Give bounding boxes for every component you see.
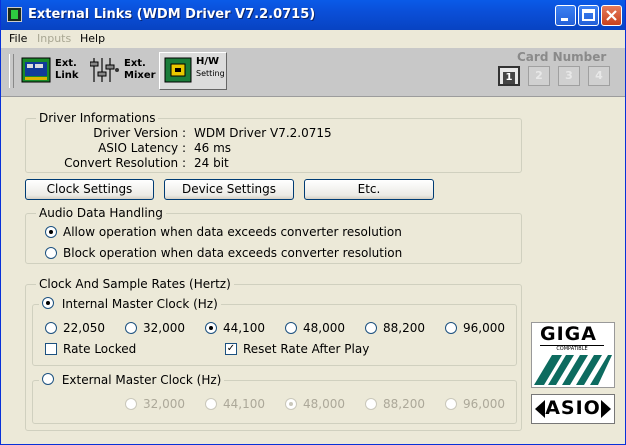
internal-clock-radio[interactable] xyxy=(42,297,54,309)
card-number-label: Card Number xyxy=(517,50,607,64)
ext-mixer-label-1: Ext. xyxy=(124,58,146,69)
card-button-1[interactable]: 1 xyxy=(498,66,520,86)
menu-help[interactable]: Help xyxy=(80,32,105,45)
clock-rates-title: Clock And Sample Rates (Hertz) xyxy=(36,277,234,291)
asio-logo: ASIO xyxy=(531,394,615,424)
hw-setting-label-1: H/W xyxy=(196,56,220,67)
menu-bar: File Inputs Help xyxy=(1,30,625,48)
ext-rate-96000-radio[interactable] xyxy=(445,398,457,410)
window-title: External Links (WDM Driver V7.2.0715) xyxy=(28,7,316,22)
ext-link-label-2: Link xyxy=(55,70,79,81)
app-icon xyxy=(7,7,22,22)
rate-44100-label[interactable]: 44,100 xyxy=(223,321,265,335)
ext-link-icon xyxy=(21,57,51,83)
reset-rate-checkbox[interactable]: ✓ xyxy=(225,343,237,355)
internal-clock-group: Internal Master Clock (Hz) 22,050 32,000… xyxy=(32,297,517,366)
card-button-3[interactable]: 3 xyxy=(558,66,580,86)
ext-rate-32000-radio[interactable] xyxy=(125,398,137,410)
driver-info-title: Driver Informations xyxy=(36,111,159,125)
asio-latency-value: 46 ms xyxy=(194,141,232,155)
clock-settings-button[interactable]: Clock Settings xyxy=(25,179,154,200)
ext-rate-88200-label[interactable]: 88,200 xyxy=(383,397,425,411)
driver-version-label: Driver Version : xyxy=(93,126,186,140)
block-operation-radio[interactable] xyxy=(45,247,57,259)
asio-logo-text: ASIO xyxy=(545,397,601,419)
rate-32000-radio[interactable] xyxy=(125,322,137,334)
convert-resolution-label: Convert Resolution : xyxy=(64,156,186,170)
rate-locked-checkbox[interactable] xyxy=(45,343,57,355)
driver-info-group: Driver Informations Driver Version : WDM… xyxy=(25,111,522,173)
menu-inputs[interactable]: Inputs xyxy=(37,32,71,45)
rate-96000-radio[interactable] xyxy=(445,322,457,334)
hw-setting-label-2: Setting xyxy=(196,69,225,78)
device-settings-button[interactable]: Device Settings xyxy=(164,179,294,200)
ext-link-button[interactable]: Ext. Link xyxy=(21,54,83,88)
etc-button[interactable]: Etc. xyxy=(304,179,434,200)
internal-clock-label[interactable]: Internal Master Clock (Hz) xyxy=(62,297,218,311)
allow-operation-label[interactable]: Allow operation when data exceeds conver… xyxy=(63,225,402,239)
rate-88200-radio[interactable] xyxy=(365,322,377,334)
audio-handling-group: Audio Data Handling Allow operation when… xyxy=(25,206,522,264)
ext-rate-32000-label[interactable]: 32,000 xyxy=(143,397,185,411)
minimize-icon[interactable] xyxy=(555,5,576,26)
rate-locked-label[interactable]: Rate Locked xyxy=(63,342,136,356)
ext-rate-44100-label[interactable]: 44,100 xyxy=(223,397,265,411)
ext-link-label-1: Ext. xyxy=(55,58,77,69)
toolbar: Ext. Link Ext. Mixer H/W Setting Card Nu… xyxy=(1,48,625,97)
ext-rate-44100-radio[interactable] xyxy=(205,398,217,410)
card-button-2[interactable]: 2 xyxy=(528,66,550,86)
asio-latency-label: ASIO Latency : xyxy=(98,141,186,155)
chip-icon xyxy=(164,57,192,83)
reset-rate-label[interactable]: Reset Rate After Play xyxy=(243,342,369,356)
giga-logo-text: GIGA xyxy=(540,323,597,345)
piano-keys-icon xyxy=(534,355,612,385)
rate-48000-radio[interactable] xyxy=(285,322,297,334)
close-icon[interactable] xyxy=(601,5,622,26)
ext-rate-96000-label[interactable]: 96,000 xyxy=(463,397,505,411)
audio-handling-title: Audio Data Handling xyxy=(36,206,166,220)
external-clock-group: External Master Clock (Hz) 32,000 44,100… xyxy=(32,373,517,424)
ext-mixer-label-2: Mixer xyxy=(124,70,156,81)
rate-44100-radio[interactable] xyxy=(205,322,217,334)
external-clock-label[interactable]: External Master Clock (Hz) xyxy=(62,373,222,387)
hw-setting-button[interactable]: H/W Setting xyxy=(159,52,227,90)
convert-resolution-value: 24 bit xyxy=(194,156,229,170)
rate-88200-label[interactable]: 88,200 xyxy=(383,321,425,335)
external-clock-radio[interactable] xyxy=(42,373,54,385)
allow-operation-radio[interactable] xyxy=(45,226,57,238)
card-button-4[interactable]: 4 xyxy=(588,66,610,86)
rate-22050-radio[interactable] xyxy=(45,322,57,334)
ext-rate-48000-label[interactable]: 48,000 xyxy=(303,397,345,411)
rate-32000-label[interactable]: 32,000 xyxy=(143,321,185,335)
toolbar-grip xyxy=(9,54,14,88)
main-window: External Links (WDM Driver V7.2.0715) Fi… xyxy=(0,0,626,445)
giga-logo: GIGA COMPATIBLE xyxy=(531,322,615,388)
rate-48000-label[interactable]: 48,000 xyxy=(303,321,345,335)
mixer-icon xyxy=(90,58,119,82)
ext-rate-88200-radio[interactable] xyxy=(365,398,377,410)
driver-version-value: WDM Driver V7.2.0715 xyxy=(194,126,332,140)
menu-file[interactable]: File xyxy=(9,32,27,45)
clock-rates-group: Clock And Sample Rates (Hertz) Internal … xyxy=(25,277,522,431)
ext-mixer-button[interactable]: Ext. Mixer xyxy=(90,54,158,88)
rate-22050-label[interactable]: 22,050 xyxy=(63,321,105,335)
title-bar[interactable]: External Links (WDM Driver V7.2.0715) xyxy=(1,0,625,30)
rate-96000-label[interactable]: 96,000 xyxy=(463,321,505,335)
block-operation-label[interactable]: Block operation when data exceeds conver… xyxy=(63,246,402,260)
ext-rate-48000-radio[interactable] xyxy=(285,398,297,410)
maximize-icon[interactable] xyxy=(578,5,599,26)
